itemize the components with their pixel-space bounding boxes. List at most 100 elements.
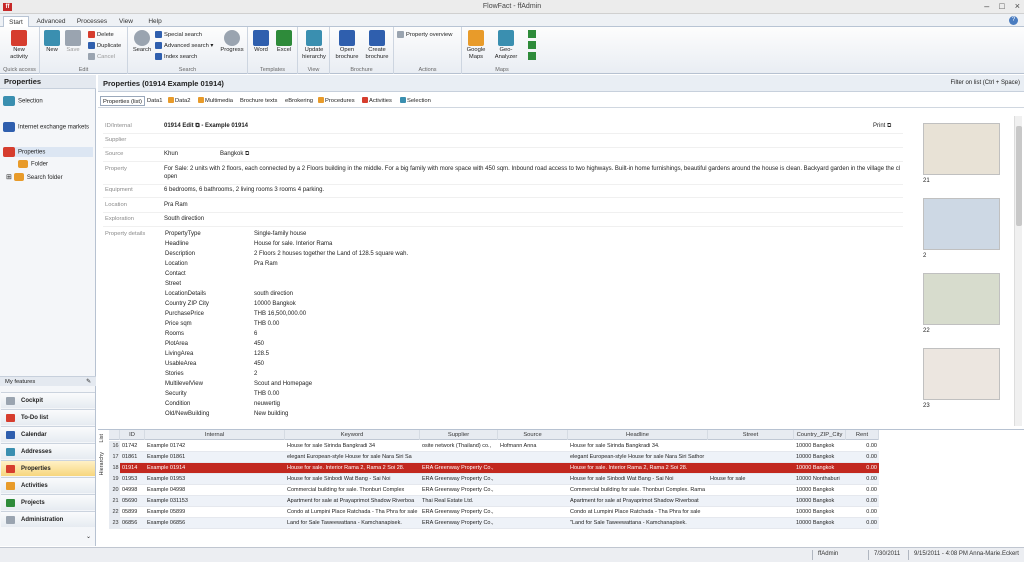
print-link[interactable]: Print ⧉ <box>873 123 891 130</box>
table-row[interactable]: 19 01953 Example 01953 House for sale Sinbo… <box>109 474 879 485</box>
tab-list[interactable]: List <box>99 434 108 443</box>
search-button[interactable]: Search <box>131 30 153 54</box>
tab-hierarchy[interactable]: Hierarchy <box>99 452 108 476</box>
nav-properties[interactable]: Properties <box>3 147 93 157</box>
feature-addresses[interactable]: Addresses <box>1 443 95 459</box>
table-row[interactable]: 22 05899 Example 05899 Condo at Lumpini Pla… <box>109 507 879 518</box>
advanced-search-button[interactable]: Advanced search ▾ <box>155 41 213 51</box>
tab-procedures[interactable]: Procedures <box>318 96 355 106</box>
new-button[interactable]: New <box>43 30 61 54</box>
tab-processes[interactable]: Processes <box>74 16 110 27</box>
tab-data1[interactable]: Data1 <box>147 96 162 106</box>
expand-icon[interactable]: ⊞ <box>6 174 12 181</box>
feature-administration[interactable]: Administration <box>1 511 95 527</box>
table-cell: Condo at Lumpini Place Ratchada - Tha Ph… <box>287 509 418 515</box>
tab-data2[interactable]: Data2 <box>168 96 190 106</box>
progress-button[interactable]: Progress <box>219 30 245 54</box>
column-header[interactable]: Street <box>708 430 794 440</box>
column-header[interactable]: ID <box>120 430 145 440</box>
nav-selection[interactable]: Selection <box>3 96 43 106</box>
detail-scrollbar-thumb[interactable] <box>1016 126 1022 226</box>
close-icon[interactable]: × <box>1015 1 1020 11</box>
column-header[interactable]: Internal <box>145 430 285 440</box>
feature-cockpit[interactable]: Cockpit <box>1 392 95 408</box>
filter-on-list[interactable]: Filter on list (Ctrl + Space) <box>950 80 1020 86</box>
maps-small-icon-2[interactable] <box>528 41 536 49</box>
new-activity-button[interactable]: New activity <box>3 30 35 60</box>
tab-selection[interactable]: Selection <box>400 96 431 106</box>
app-window: ff FlowFact - ffAdmin – □ × Start Advanc… <box>0 0 1024 562</box>
feature-calendar-label: Calendar <box>21 432 47 438</box>
thumbnail-photo[interactable] <box>923 123 1000 175</box>
title-bar: ff FlowFact - ffAdmin – □ × <box>0 0 1024 14</box>
nav-internet-exchange-markets[interactable]: Internet exchange markets <box>3 122 89 132</box>
cancel-button[interactable]: Cancel <box>88 52 115 62</box>
geo-analyzer-button[interactable]: Geo-Analyzer <box>489 30 523 60</box>
detail-value: 450 <box>254 361 265 367</box>
print-icon: ⧉ <box>887 123 892 129</box>
save-button[interactable]: Save <box>64 30 82 54</box>
feature-properties[interactable]: Properties <box>1 460 95 476</box>
table-row[interactable]: 21 05690 Example 031153 Apartment for sale … <box>109 496 879 507</box>
maps-small-icon-3[interactable] <box>528 52 536 60</box>
feature-activities[interactable]: Activities <box>1 477 95 493</box>
separator <box>103 133 903 134</box>
column-header[interactable]: Headline <box>568 430 708 440</box>
thumbnail-photo[interactable] <box>923 198 1000 250</box>
duplicate-button[interactable]: Duplicate <box>88 41 121 51</box>
table-cell: Example 01742 <box>147 443 186 449</box>
tab-advanced[interactable]: Advanced <box>33 16 69 27</box>
features-chevron-icon[interactable]: ⌄ <box>86 533 91 540</box>
nav-folder[interactable]: Folder <box>18 160 48 168</box>
source-value-2[interactable]: Bangkok ⧉ <box>220 151 249 158</box>
column-header[interactable]: Source <box>498 430 568 440</box>
status-bar: ffAdmin 7/30/2011 9/15/2011 - 4:08 PM An… <box>0 547 1024 562</box>
special-search-button[interactable]: Special search <box>155 30 202 40</box>
maps-small-icon-1[interactable] <box>528 30 536 38</box>
table-row[interactable]: 23 06856 Example 06856 Land for Sale Taweew… <box>109 518 879 529</box>
tab-multimedia[interactable]: Multimedia <box>198 96 233 106</box>
selection-icon <box>3 96 15 106</box>
feature-projects[interactable]: Projects <box>1 494 95 510</box>
create-brochure-button[interactable]: Create brochure <box>362 30 392 60</box>
detail-scrollbar[interactable] <box>1014 116 1022 426</box>
id-edit-link[interactable]: 01914 Edit <box>164 123 194 129</box>
table-cell <box>498 485 568 496</box>
nav-search-folder[interactable]: ⊞ Search folder <box>6 173 63 182</box>
tab-ebrokering[interactable]: eBrokering <box>285 96 313 106</box>
maximize-icon[interactable]: □ <box>999 1 1004 11</box>
thumbnail-photo[interactable] <box>923 273 1000 325</box>
table-row[interactable]: 18 01914 Example 01914 House for sale. Inte… <box>109 463 879 474</box>
feature-todo-list[interactable]: To-Do list <box>1 409 95 425</box>
excel-button[interactable]: Excel <box>273 30 295 54</box>
thumbnail-photo[interactable] <box>923 348 1000 400</box>
google-maps-button[interactable]: Google Maps <box>464 30 488 60</box>
property-overview-button[interactable]: Property overview <box>397 30 452 40</box>
tab-help[interactable]: Help <box>143 16 167 27</box>
column-header[interactable]: Country_ZIP_City <box>794 430 846 440</box>
my-features-header: My features ✎ <box>0 376 96 386</box>
edit-features-icon[interactable]: ✎ <box>86 377 91 387</box>
column-header[interactable]: Supplier <box>420 430 498 440</box>
table-row[interactable]: 20 04998 Example 04998 Commercial building … <box>109 485 879 496</box>
tab-properties-list[interactable]: Properties (list) <box>100 96 145 106</box>
tab-view[interactable]: View <box>114 16 138 27</box>
column-header[interactable]: Keyword <box>285 430 420 440</box>
column-header[interactable]: Rent <box>846 430 879 440</box>
help-icon[interactable]: ? <box>1009 16 1018 25</box>
open-brochure-button[interactable]: Open brochure <box>332 30 362 60</box>
table-row[interactable]: 16 01742 Example 01742 House for sale Sirin… <box>109 441 879 452</box>
feature-todo-label: To-Do list <box>21 415 49 421</box>
word-button[interactable]: Word <box>251 30 271 54</box>
data2-icon <box>168 97 174 104</box>
detail-value: 2 Floors 2 houses together the Land of 1… <box>254 251 409 257</box>
tab-activities[interactable]: Activities <box>362 96 392 106</box>
tab-start[interactable]: Start <box>3 16 29 27</box>
minimize-icon[interactable]: – <box>984 1 989 11</box>
delete-button[interactable]: Delete <box>88 30 114 40</box>
update-hierarchy-button[interactable]: Update hierarchy <box>299 30 329 60</box>
index-search-button[interactable]: Index search <box>155 52 197 62</box>
tab-brochure-texts[interactable]: Brochure texts <box>240 96 277 106</box>
feature-calendar[interactable]: Calendar <box>1 426 95 442</box>
table-row[interactable]: 17 01861 Example 01861 elegant European-sty… <box>109 452 879 463</box>
